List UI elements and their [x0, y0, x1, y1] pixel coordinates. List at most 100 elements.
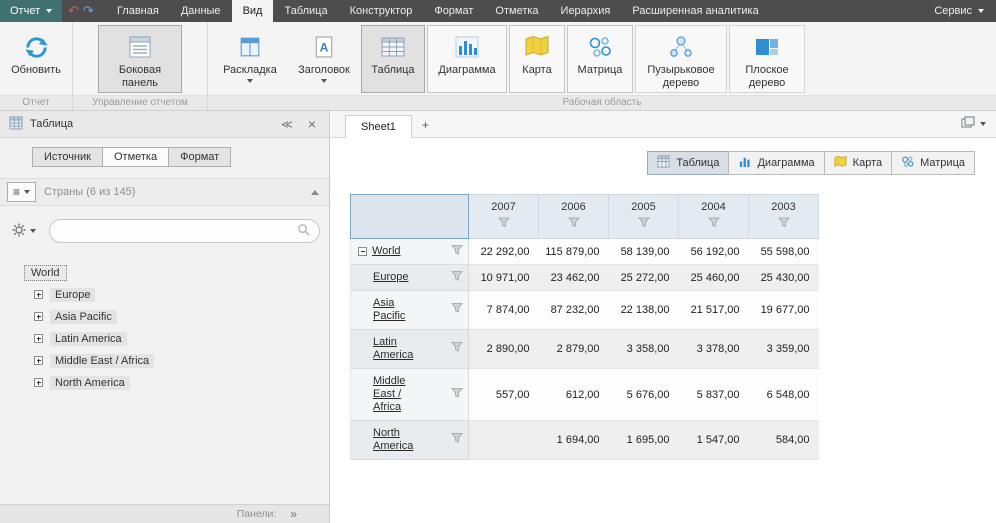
row-label-link[interactable]: Asia Pacific [373, 297, 425, 323]
data-cell[interactable]: 25 460,00 [679, 265, 749, 291]
tree-item[interactable]: Asia Pacific [24, 308, 329, 325]
list-menu-button[interactable]: ≡ [7, 182, 36, 202]
workspace-map-button[interactable]: Карта [509, 25, 565, 93]
data-cell[interactable]: 22 292,00 [469, 239, 539, 265]
data-cell[interactable]: 3 359,00 [749, 330, 819, 369]
data-cell[interactable]: 7 874,00 [469, 291, 539, 330]
column-header-2003[interactable]: 2003 [749, 195, 819, 239]
flat-tree-button[interactable]: Плоское дерево [729, 25, 805, 93]
data-cell[interactable]: 22 138,00 [609, 291, 679, 330]
undo-icon[interactable]: ↶ [68, 3, 79, 19]
data-cell[interactable]: 2 879,00 [539, 330, 609, 369]
data-cell[interactable]: 19 677,00 [749, 291, 819, 330]
expand-icon[interactable] [34, 356, 43, 365]
report-menu-button[interactable]: Отчет [0, 0, 62, 22]
refresh-button[interactable]: Обновить [5, 25, 67, 93]
data-cell[interactable]: 23 462,00 [539, 265, 609, 291]
menu-tab-home[interactable]: Главная [106, 0, 170, 22]
expand-icon[interactable] [34, 312, 43, 321]
collapse-section-icon[interactable] [311, 190, 319, 195]
tree-item-label[interactable]: Europe [50, 288, 95, 302]
view-map-button[interactable]: Карта [824, 151, 892, 175]
column-header-2006[interactable]: 2006 [539, 195, 609, 239]
filter-icon[interactable] [679, 217, 748, 228]
row-label-link[interactable]: North America [373, 427, 425, 453]
data-cell[interactable]: 25 272,00 [609, 265, 679, 291]
layout-button[interactable]: Раскладка [213, 25, 287, 93]
gear-button[interactable] [8, 221, 40, 242]
side-panel-toggle-button[interactable]: Боковая панель [98, 25, 182, 93]
row-label-link[interactable]: Europe [373, 271, 408, 284]
expand-icon[interactable] [34, 378, 43, 387]
data-cell[interactable]: 1 694,00 [539, 421, 609, 460]
column-header-2007[interactable]: 2007 [469, 195, 539, 239]
data-cell[interactable]: 6 548,00 [749, 369, 819, 421]
data-cell[interactable]: 2 890,00 [469, 330, 539, 369]
bubble-tree-button[interactable]: Пузырьковое дерево [635, 25, 727, 93]
menu-tab-constructor[interactable]: Конструктор [339, 0, 424, 22]
tree-item-world[interactable]: World [24, 265, 67, 281]
tab-mark[interactable]: Отметка [102, 147, 169, 167]
filter-icon[interactable] [469, 217, 538, 228]
data-cell[interactable]: 3 378,00 [679, 330, 749, 369]
filter-icon[interactable] [609, 217, 678, 228]
collapse-icon[interactable] [358, 247, 367, 256]
data-cell[interactable]: 25 430,00 [749, 265, 819, 291]
column-header-2005[interactable]: 2005 [609, 195, 679, 239]
tree-item-label[interactable]: Latin America [50, 332, 127, 346]
tree-item-label[interactable]: Asia Pacific [50, 310, 117, 324]
collapse-panel-button[interactable]: ≪ [277, 118, 297, 131]
data-cell[interactable]: 584,00 [749, 421, 819, 460]
menu-tab-mark[interactable]: Отметка [484, 0, 549, 22]
data-cell[interactable] [469, 421, 539, 460]
filter-icon[interactable] [451, 433, 463, 448]
menu-tab-format[interactable]: Формат [423, 0, 484, 22]
tree-item[interactable]: Middle East / Africa [24, 352, 329, 369]
table-corner-cell[interactable] [351, 195, 469, 239]
data-cell[interactable]: 5 837,00 [679, 369, 749, 421]
close-panel-button[interactable]: × [304, 117, 320, 131]
data-cell[interactable]: 87 232,00 [539, 291, 609, 330]
data-cell[interactable]: 3 358,00 [609, 330, 679, 369]
filter-icon[interactable] [451, 244, 463, 259]
tree-item-label[interactable]: Middle East / Africa [50, 354, 154, 368]
data-cell[interactable]: 56 192,00 [679, 239, 749, 265]
data-cell[interactable]: 1 547,00 [679, 421, 749, 460]
expand-icon[interactable] [34, 334, 43, 343]
expand-panels-button[interactable]: » [290, 507, 297, 521]
tree-item-label[interactable]: North America [50, 376, 130, 390]
menu-tab-data[interactable]: Данные [170, 0, 232, 22]
search-input[interactable] [59, 225, 297, 237]
tree-item[interactable]: Europe [24, 286, 329, 303]
redo-icon[interactable]: ↷ [83, 3, 94, 19]
title-button[interactable]: A Заголовок [289, 25, 359, 93]
data-cell[interactable]: 1 695,00 [609, 421, 679, 460]
window-layout-button[interactable] [961, 116, 996, 137]
sheet-tab-sheet1[interactable]: Sheet1 [345, 115, 412, 138]
data-cell[interactable]: 10 971,00 [469, 265, 539, 291]
workspace-table-button[interactable]: Таблица [361, 25, 425, 93]
menu-tab-advanced-analytics[interactable]: Расширенная аналитика [621, 0, 769, 22]
row-label-link[interactable]: World [372, 245, 401, 257]
view-chart-button[interactable]: Диаграмма [728, 151, 824, 175]
column-header-2004[interactable]: 2004 [679, 195, 749, 239]
view-table-button[interactable]: Таблица [647, 151, 729, 175]
workspace-matrix-button[interactable]: Матрица [567, 25, 633, 93]
data-cell[interactable]: 58 139,00 [609, 239, 679, 265]
menu-tab-view[interactable]: Вид [232, 0, 274, 22]
menu-tab-hierarchy[interactable]: Иерархия [550, 0, 622, 22]
workspace-chart-button[interactable]: Диаграмма [427, 25, 507, 93]
data-cell[interactable]: 557,00 [469, 369, 539, 421]
expand-icon[interactable] [34, 290, 43, 299]
tab-source[interactable]: Источник [32, 147, 103, 167]
filter-icon[interactable] [451, 387, 463, 402]
data-cell[interactable]: 115 879,00 [539, 239, 609, 265]
filter-icon[interactable] [451, 270, 463, 285]
data-cell[interactable]: 21 517,00 [679, 291, 749, 330]
service-menu-button[interactable]: Сервис [922, 0, 996, 22]
data-cell[interactable]: 55 598,00 [749, 239, 819, 265]
tree-item[interactable]: North America [24, 374, 329, 391]
view-matrix-button[interactable]: Матрица [891, 151, 975, 175]
row-label-link[interactable]: Latin America [373, 336, 425, 362]
filter-icon[interactable] [749, 217, 818, 228]
